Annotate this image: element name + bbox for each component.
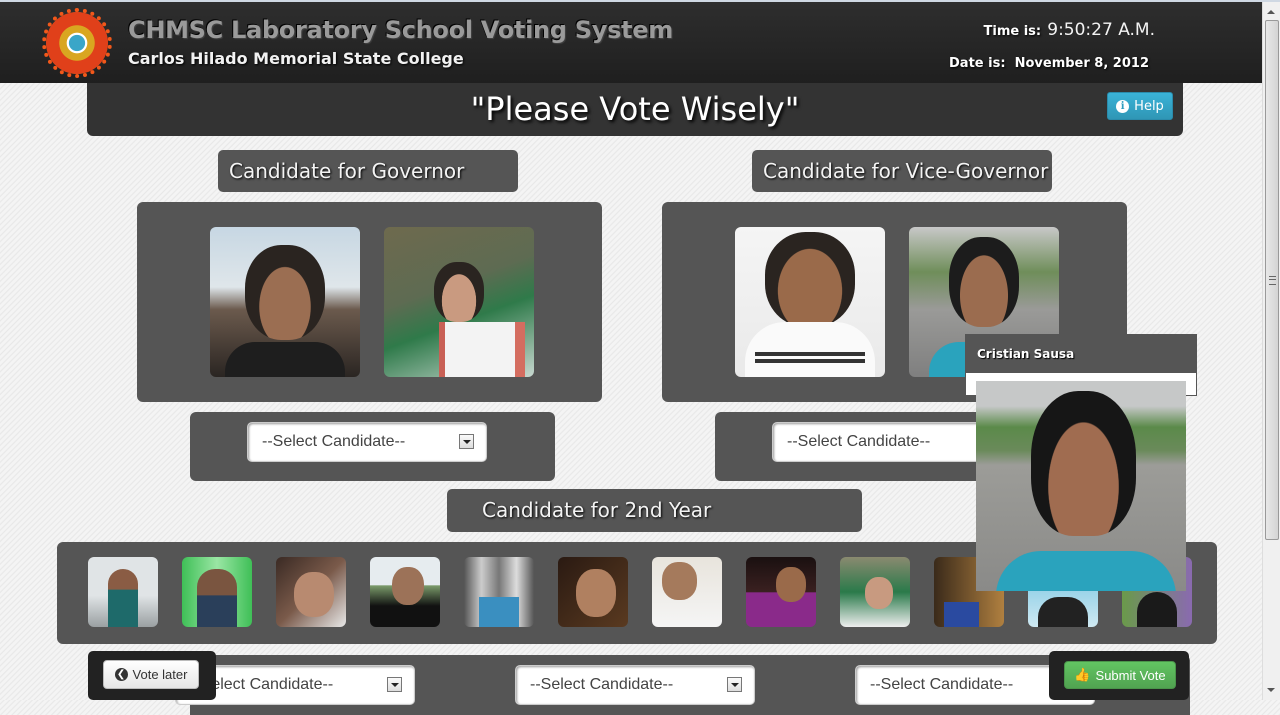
governor-candidate-photo-2[interactable] (384, 227, 534, 377)
arrow-left-circle-icon: ❮ (114, 668, 128, 681)
submit-vote-label: Submit Vote (1095, 667, 1166, 683)
scroll-up-arrow-icon[interactable] (1267, 10, 1275, 14)
governor-select-value: --Select Candidate-- (262, 433, 406, 450)
time-display: Time is: 9:50:27 A.M. (984, 20, 1156, 40)
chevron-down-icon (727, 677, 742, 692)
vertical-scrollbar[interactable] (1262, 2, 1280, 700)
time-value: 9:50:27 A.M. (1047, 20, 1155, 40)
college-logo (42, 8, 112, 78)
rep-candidate-photo-2[interactable] (182, 557, 252, 627)
tooltip-candidate-name: Cristian Sausa (966, 335, 1196, 373)
vote-banner: "Please Vote Wisely" i Help (87, 83, 1183, 136)
governor-candidate-photo-1[interactable] (210, 227, 360, 377)
rep-candidate-photo-7[interactable] (652, 557, 722, 627)
governor-select[interactable]: --Select Candidate-- (247, 422, 487, 462)
time-label: Time is: (983, 24, 1042, 39)
tooltip-candidate-photo (976, 381, 1186, 591)
chevron-down-icon (387, 677, 402, 692)
help-label: Help (1134, 98, 1164, 114)
rep-candidate-photo-4[interactable] (370, 557, 440, 627)
chevron-down-icon (459, 434, 474, 449)
vice-governor-select-value: --Select Candidate-- (787, 433, 931, 450)
second-year-rep-section-title: Candidate for 2nd Year Representative (447, 489, 862, 564)
rep-candidate-photo-9[interactable] (840, 557, 910, 627)
rep-select-3-value: --Select Candidate-- (870, 676, 1014, 693)
info-icon: i (1116, 99, 1130, 113)
rep-candidate-photo-1[interactable] (88, 557, 158, 627)
rep-candidate-photo-6[interactable] (558, 557, 628, 627)
vote-later-button[interactable]: ❮ Vote later (103, 660, 199, 689)
app-subtitle: Carlos Hilado Memorial State College (128, 49, 464, 68)
app-title: CHMSC Laboratory School Voting System (128, 16, 673, 44)
scrollbar-thumb[interactable] (1265, 20, 1279, 540)
scroll-down-arrow-icon[interactable] (1267, 688, 1275, 692)
banner-title: "Please Vote Wisely" (470, 90, 800, 128)
vice-governor-candidate-photo-1[interactable] (735, 227, 885, 377)
rep-select-2-value: --Select Candidate-- (530, 676, 674, 693)
rep-candidate-photo-5[interactable] (464, 557, 534, 627)
vice-governor-section-title: Candidate for Vice-Governor (752, 150, 1052, 192)
grip-icon (1269, 276, 1276, 285)
submit-vote-button[interactable]: 👍 Submit Vote (1064, 661, 1176, 689)
thumbs-up-icon: 👍 (1074, 667, 1091, 682)
date-label: Date is: (949, 56, 1006, 71)
governor-select-panel: --Select Candidate-- (190, 412, 555, 481)
rep-candidate-photo-3[interactable] (276, 557, 346, 627)
governor-candidates-panel (137, 202, 602, 402)
app-header: CHMSC Laboratory School Voting System Ca… (0, 2, 1262, 83)
governor-section-title: Candidate for Governor (218, 150, 518, 192)
rep-candidate-photo-8[interactable] (746, 557, 816, 627)
date-value: November 8, 2012 (1014, 56, 1149, 71)
help-button[interactable]: i Help (1107, 92, 1173, 120)
vote-later-label: Vote later (132, 667, 188, 682)
rep-select-2[interactable]: --Select Candidate-- (515, 665, 755, 705)
date-display: Date is: November 8, 2012 (949, 56, 1149, 71)
